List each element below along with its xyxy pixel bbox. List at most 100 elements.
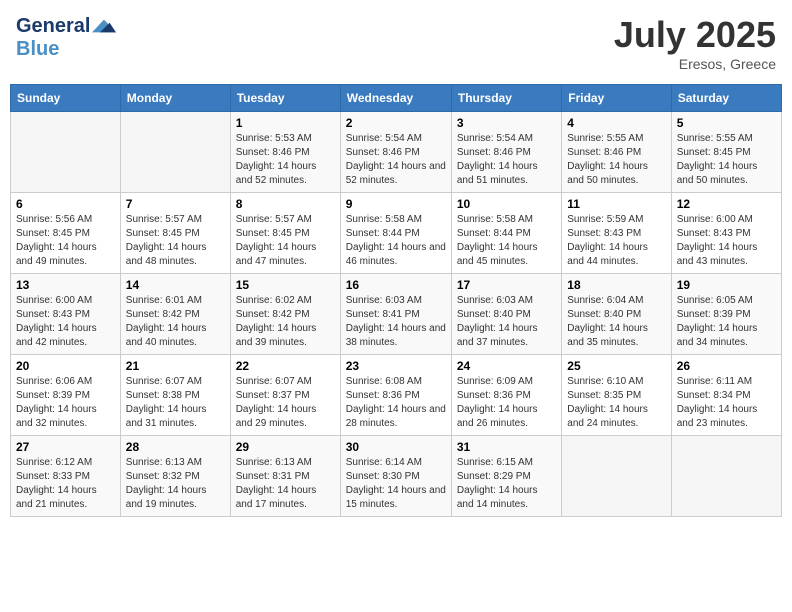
day-info: Sunrise: 5:54 AMSunset: 8:46 PMDaylight:… [457, 132, 556, 188]
calendar-cell: 23 Sunrise: 6:08 AMSunset: 8:36 PMDayligh… [340, 355, 451, 436]
calendar-week-row: 1Sunrise: 5:53 AMSunset: 8:46 PMDaylight… [11, 112, 782, 193]
day-info: Sunrise: 5:55 AMSunset: 8:46 PMDaylight:… [567, 132, 665, 188]
day-info: Sunrise: 6:07 AMSunset: 8:37 PMDaylight:… [236, 375, 335, 431]
calendar-cell: 4Sunrise: 5:55 AMSunset: 8:46 PMDaylight… [562, 112, 671, 193]
calendar-cell: 24 Sunrise: 6:09 AMSunset: 8:36 PMDayligh… [451, 355, 561, 436]
calendar-table: SundayMondayTuesdayWednesdayThursdayFrid… [10, 84, 782, 517]
calendar-cell: 27 Sunrise: 6:12 AMSunset: 8:33 PMDayligh… [11, 436, 121, 517]
day-info: Sunrise: 6:09 AMSunset: 8:36 PMDaylight:… [457, 375, 556, 431]
day-number: 3 [457, 116, 556, 130]
day-number: 28 [126, 440, 225, 454]
day-number: 9 [346, 197, 446, 211]
weekday-header-sunday: Sunday [11, 85, 121, 112]
day-number: 14 [126, 278, 225, 292]
day-info: Sunrise: 5:58 AMSunset: 8:44 PMDaylight:… [346, 213, 446, 269]
weekday-header-monday: Monday [120, 85, 230, 112]
calendar-cell: 30 Sunrise: 6:14 AMSunset: 8:30 PMDayligh… [340, 436, 451, 517]
day-number: 13 [16, 278, 115, 292]
logo: General Blue [16, 14, 116, 60]
calendar-cell: 15 Sunrise: 6:02 AMSunset: 8:42 PMDayligh… [230, 274, 340, 355]
day-info: Sunrise: 6:10 AMSunset: 8:35 PMDaylight:… [567, 375, 665, 431]
calendar-cell: 9 Sunrise: 5:58 AMSunset: 8:44 PMDaylight… [340, 193, 451, 274]
calendar-cell: 1Sunrise: 5:53 AMSunset: 8:46 PMDaylight… [230, 112, 340, 193]
calendar-cell [671, 436, 781, 517]
calendar-cell: 26 Sunrise: 6:11 AMSunset: 8:34 PMDayligh… [671, 355, 781, 436]
day-number: 15 [236, 278, 335, 292]
day-number: 8 [236, 197, 335, 211]
day-number: 6 [16, 197, 115, 211]
day-info: Sunrise: 6:04 AMSunset: 8:40 PMDaylight:… [567, 294, 665, 350]
day-info: Sunrise: 5:54 AMSunset: 8:46 PMDaylight:… [346, 132, 446, 188]
day-info: Sunrise: 6:08 AMSunset: 8:36 PMDaylight:… [346, 375, 446, 431]
calendar-cell [11, 112, 121, 193]
day-number: 11 [567, 197, 665, 211]
calendar-week-row: 20 Sunrise: 6:06 AMSunset: 8:39 PMDayligh… [11, 355, 782, 436]
calendar-cell: 31 Sunrise: 6:15 AMSunset: 8:29 PMDayligh… [451, 436, 561, 517]
calendar-cell: 19Sunrise: 6:05 AMSunset: 8:39 PMDayligh… [671, 274, 781, 355]
day-number: 18 [567, 278, 665, 292]
day-info: Sunrise: 5:55 AMSunset: 8:45 PMDaylight:… [677, 132, 776, 188]
day-number: 23 [346, 359, 446, 373]
day-info: Sunrise: 6:14 AMSunset: 8:30 PMDaylight:… [346, 456, 446, 512]
day-info: Sunrise: 5:59 AMSunset: 8:43 PMDaylight:… [567, 213, 665, 269]
logo-icon [92, 14, 116, 38]
day-info: Sunrise: 6:11 AMSunset: 8:34 PMDaylight:… [677, 375, 776, 431]
day-number: 26 [677, 359, 776, 373]
calendar-cell: 20 Sunrise: 6:06 AMSunset: 8:39 PMDayligh… [11, 355, 121, 436]
day-number: 10 [457, 197, 556, 211]
calendar-cell: 17 Sunrise: 6:03 AMSunset: 8:40 PMDayligh… [451, 274, 561, 355]
month-title: July 2025 [614, 14, 776, 56]
day-info: Sunrise: 6:12 AMSunset: 8:33 PMDaylight:… [16, 456, 115, 512]
day-number: 27 [16, 440, 115, 454]
day-number: 5 [677, 116, 776, 130]
day-number: 29 [236, 440, 335, 454]
logo-text: General [16, 15, 90, 37]
day-info: Sunrise: 6:01 AMSunset: 8:42 PMDaylight:… [126, 294, 225, 350]
day-number: 30 [346, 440, 446, 454]
calendar-cell: 29Sunrise: 6:13 AMSunset: 8:31 PMDayligh… [230, 436, 340, 517]
day-info: Sunrise: 5:56 AMSunset: 8:45 PMDaylight:… [16, 213, 115, 269]
day-number: 20 [16, 359, 115, 373]
calendar-cell: 5 Sunrise: 5:55 AMSunset: 8:45 PMDaylight… [671, 112, 781, 193]
day-info: Sunrise: 6:00 AMSunset: 8:43 PMDaylight:… [16, 294, 115, 350]
day-info: Sunrise: 6:07 AMSunset: 8:38 PMDaylight:… [126, 375, 225, 431]
calendar-cell: 14 Sunrise: 6:01 AMSunset: 8:42 PMDayligh… [120, 274, 230, 355]
calendar-cell: 21 Sunrise: 6:07 AMSunset: 8:38 PMDayligh… [120, 355, 230, 436]
title-block: July 2025 Eresos, Greece [614, 14, 776, 72]
calendar-week-row: 27 Sunrise: 6:12 AMSunset: 8:33 PMDayligh… [11, 436, 782, 517]
calendar-cell: 22Sunrise: 6:07 AMSunset: 8:37 PMDayligh… [230, 355, 340, 436]
day-info: Sunrise: 6:13 AMSunset: 8:32 PMDaylight:… [126, 456, 225, 512]
logo-blue-text: Blue [16, 38, 59, 60]
calendar-cell: 25 Sunrise: 6:10 AMSunset: 8:35 PMDayligh… [562, 355, 671, 436]
day-number: 16 [346, 278, 446, 292]
day-number: 17 [457, 278, 556, 292]
weekday-header-saturday: Saturday [671, 85, 781, 112]
day-number: 12 [677, 197, 776, 211]
day-info: Sunrise: 5:57 AMSunset: 8:45 PMDaylight:… [126, 213, 225, 269]
calendar-week-row: 6 Sunrise: 5:56 AMSunset: 8:45 PMDaylight… [11, 193, 782, 274]
weekday-header-tuesday: Tuesday [230, 85, 340, 112]
weekday-header-wednesday: Wednesday [340, 85, 451, 112]
calendar-cell: 2Sunrise: 5:54 AMSunset: 8:46 PMDaylight… [340, 112, 451, 193]
day-number: 21 [126, 359, 225, 373]
day-info: Sunrise: 6:15 AMSunset: 8:29 PMDaylight:… [457, 456, 556, 512]
day-number: 31 [457, 440, 556, 454]
calendar-cell: 18 Sunrise: 6:04 AMSunset: 8:40 PMDayligh… [562, 274, 671, 355]
day-info: Sunrise: 6:03 AMSunset: 8:40 PMDaylight:… [457, 294, 556, 350]
day-number: 24 [457, 359, 556, 373]
calendar-cell: 6 Sunrise: 5:56 AMSunset: 8:45 PMDaylight… [11, 193, 121, 274]
calendar-cell: 16Sunrise: 6:03 AMSunset: 8:41 PMDayligh… [340, 274, 451, 355]
day-info: Sunrise: 6:02 AMSunset: 8:42 PMDaylight:… [236, 294, 335, 350]
page-header: General Blue July 2025 Eresos, Greece [10, 10, 782, 76]
calendar-cell: 13 Sunrise: 6:00 AMSunset: 8:43 PMDayligh… [11, 274, 121, 355]
calendar-week-row: 13 Sunrise: 6:00 AMSunset: 8:43 PMDayligh… [11, 274, 782, 355]
weekday-header-friday: Friday [562, 85, 671, 112]
calendar-cell: 3 Sunrise: 5:54 AMSunset: 8:46 PMDaylight… [451, 112, 561, 193]
day-info: Sunrise: 6:06 AMSunset: 8:39 PMDaylight:… [16, 375, 115, 431]
day-number: 1 [236, 116, 335, 130]
calendar-cell [120, 112, 230, 193]
calendar-cell: 8Sunrise: 5:57 AMSunset: 8:45 PMDaylight… [230, 193, 340, 274]
weekday-header-row: SundayMondayTuesdayWednesdayThursdayFrid… [11, 85, 782, 112]
day-number: 25 [567, 359, 665, 373]
calendar-cell: 28 Sunrise: 6:13 AMSunset: 8:32 PMDayligh… [120, 436, 230, 517]
